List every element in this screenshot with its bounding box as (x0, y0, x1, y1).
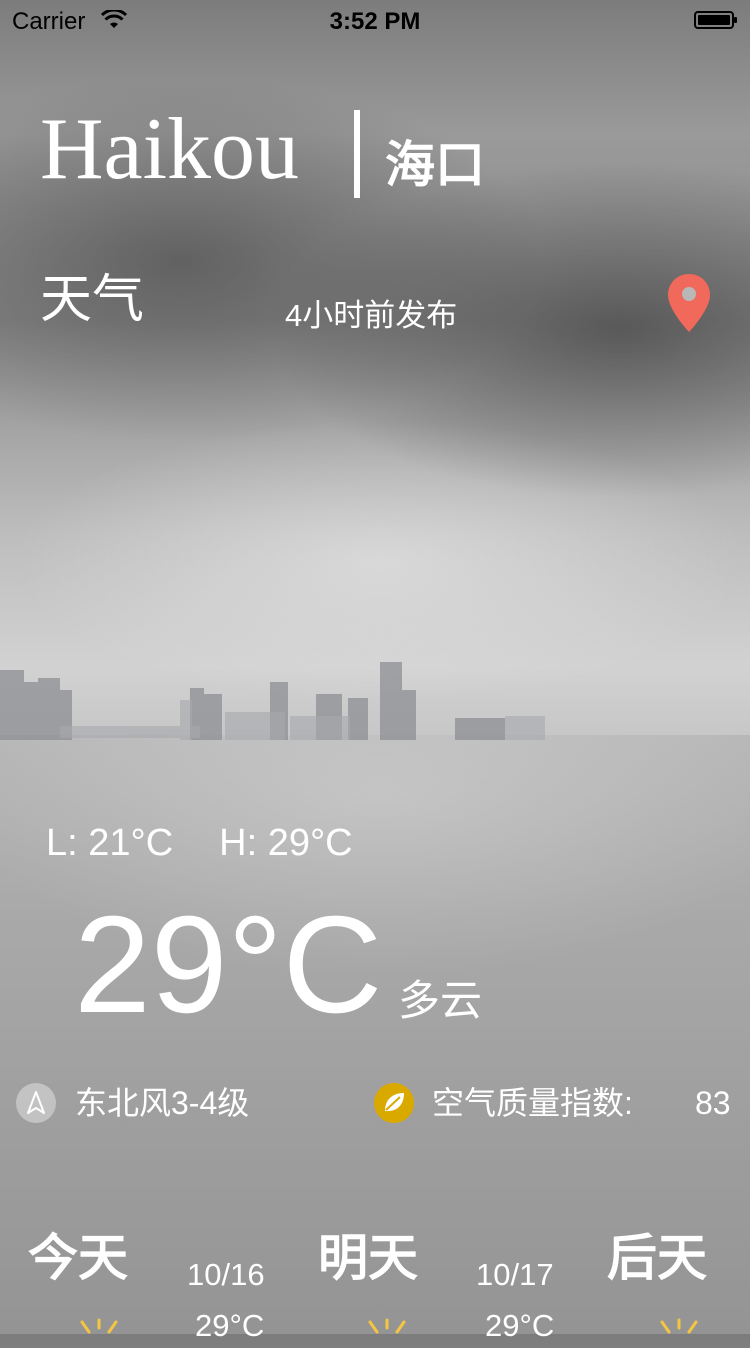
location-pin-icon[interactable] (666, 272, 712, 334)
weather-condition: 多云 (398, 977, 483, 1024)
city-skyline-image (0, 662, 545, 740)
forecast-day-today[interactable]: 今天 (28, 1228, 128, 1288)
forecast-day-after-tomorrow[interactable]: 后天 (607, 1228, 707, 1288)
current-temperature: 29°C (74, 888, 383, 1042)
forecast-temperature: 29°C (195, 1308, 265, 1343)
weather-label: 天气 (40, 271, 145, 329)
air-quality-label: 空气质量指数: (432, 1085, 633, 1121)
forecast-temperature: 29°C (485, 1308, 555, 1343)
battery-icon (694, 11, 737, 29)
clock: 3:52 PM (329, 8, 421, 35)
title-divider (354, 110, 360, 198)
city-name-chinese: 海口 (385, 137, 485, 193)
publish-time: 4小时前发布 (285, 298, 458, 333)
sun-icon (80, 1318, 118, 1334)
city-name-english: Haikou (40, 101, 300, 198)
forecast-date: 10/16 (187, 1257, 265, 1292)
status-bar: Carrier 3:52 PM (0, 0, 750, 40)
forecast-date: 10/17 (476, 1257, 554, 1292)
air-quality-value: 83 (695, 1085, 731, 1121)
low-temperature: L: 21°C (46, 822, 174, 864)
wind-info: 东北风3-4级 (75, 1085, 250, 1121)
sun-icon (368, 1318, 406, 1334)
low-high-temperature: L: 21°C H: 29°C (46, 820, 353, 866)
forecast-day-tomorrow[interactable]: 明天 (318, 1228, 418, 1288)
high-temperature: H: 29°C (219, 822, 353, 864)
leaf-icon (374, 1083, 414, 1123)
wind-direction-icon (16, 1083, 56, 1123)
sun-icon (660, 1318, 698, 1334)
